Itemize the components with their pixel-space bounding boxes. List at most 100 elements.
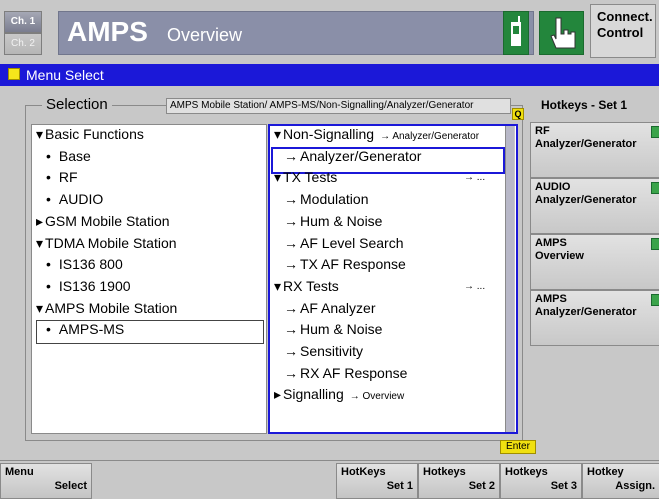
- tree-marker: •: [46, 169, 51, 186]
- tree-label: RX AF Response: [300, 364, 408, 381]
- tree-label: TX Tests: [283, 169, 338, 186]
- tree-label: Hum & Noise: [300, 321, 383, 338]
- right-tree-item[interactable]: ▾ RX Tests → ...: [274, 278, 485, 295]
- tree-marker: •: [46, 321, 51, 338]
- tree-marker: ▾: [36, 126, 44, 142]
- right-tree-item[interactable]: → TX AF Response: [284, 256, 406, 272]
- page-subtitle: Overview: [167, 25, 243, 45]
- tree-marker: •: [46, 256, 51, 273]
- connect-control-button[interactable]: Connect. Control: [590, 4, 656, 58]
- hotkey-amps-overview[interactable]: AMPS Overview: [530, 234, 659, 290]
- tree-label: Signalling: [283, 386, 344, 403]
- tree-note: → ...: [464, 172, 486, 184]
- breadcrumb: AMPS Mobile Station/ AMPS-MS/Non-Signall…: [166, 98, 511, 114]
- right-tree-item[interactable]: ▸ Signalling → Overview: [274, 386, 404, 403]
- right-tree-item[interactable]: → Hum & Noise: [284, 213, 382, 229]
- hotkeys-set3-softkey[interactable]: Hotkeys Set 3: [500, 463, 582, 499]
- right-tree-item[interactable]: → Hum & Noise: [284, 321, 382, 337]
- tree-label: AUDIO: [58, 191, 104, 208]
- speaker-icon: [651, 182, 659, 194]
- left-tree-item[interactable]: • IS136 1900: [46, 278, 131, 294]
- hotkey-line1: AMPS: [535, 237, 567, 249]
- hotkey-line1: RF: [535, 125, 550, 137]
- phone-config-icon: [651, 294, 659, 306]
- scrollbar-thumb[interactable]: [506, 126, 514, 432]
- menu-icon: [8, 68, 20, 80]
- channel-2-button[interactable]: Ch. 2: [4, 33, 42, 55]
- tree-marker: ▾: [36, 299, 44, 316]
- left-tree-item[interactable]: ▾ TDMA Mobile Station: [36, 235, 177, 252]
- page-title: AMPS: [67, 16, 148, 47]
- hotkey-line2: Analyzer/Generator: [535, 306, 637, 318]
- left-tree-item[interactable]: ▾ Basic Functions: [36, 126, 144, 143]
- tree-label: RF: [58, 169, 78, 186]
- left-tree-item[interactable]: • RF: [46, 169, 78, 185]
- tree-marker: →: [284, 234, 298, 251]
- softkey-line1: Hotkey: [587, 466, 624, 478]
- tree-note: → Overview: [349, 391, 405, 403]
- menu-select-bar: Menu Select: [0, 64, 659, 86]
- right-tree-item[interactable]: ▾ Non-Signalling → Analyzer/Generator: [274, 126, 479, 143]
- tree-marker: •: [46, 277, 51, 294]
- hotkey-amps-analyzer[interactable]: AMPS Analyzer/Generator: [530, 290, 659, 346]
- mobile-phone-icon[interactable]: [503, 11, 529, 55]
- selection-label: Selection: [42, 96, 112, 113]
- tree-label: Basic Functions: [45, 126, 144, 142]
- hotkey-audio-analyzer[interactable]: AUDIO Analyzer/Generator: [530, 178, 659, 234]
- right-tree-item[interactable]: → Analyzer/Generator: [284, 148, 421, 164]
- tree-label: AF Level Search: [300, 234, 404, 251]
- hotkey-line2: Overview: [535, 250, 584, 262]
- left-tree-item[interactable]: • Base: [46, 148, 91, 164]
- right-tree-item[interactable]: → Sensitivity: [284, 343, 363, 359]
- tree-label: TX AF Response: [300, 256, 406, 273]
- hotkey-line2: Analyzer/Generator: [535, 194, 637, 206]
- hotkey-assign-softkey[interactable]: Hotkey Assign.: [582, 463, 659, 499]
- main-area: Selection AMPS Mobile Station/ AMPS-MS/N…: [0, 86, 659, 457]
- tree-label: Hum & Noise: [300, 212, 383, 229]
- hotkeys-title: Hotkeys - Set 1: [541, 98, 628, 112]
- tree-marker: →: [284, 321, 298, 338]
- softkey-line1: Hotkeys: [505, 466, 548, 478]
- tree-label: Analyzer/Generator: [300, 147, 422, 164]
- left-tree-item[interactable]: • AUDIO: [46, 191, 103, 207]
- softkey-line1: Menu: [5, 466, 34, 478]
- tree-marker: •: [46, 191, 51, 208]
- tree-marker: →: [284, 364, 298, 381]
- title-panel: AMPS Overview: [58, 11, 534, 55]
- right-tree-item[interactable]: → RX AF Response: [284, 365, 407, 381]
- tree-label: Base: [58, 147, 91, 164]
- tree-marker: ▸: [274, 386, 282, 403]
- softkey-line2: Assign.: [615, 480, 655, 492]
- softkey-line2: Set 1: [386, 480, 413, 492]
- quick-badge: Q: [512, 108, 524, 120]
- menu-select-softkey[interactable]: Menu Select: [0, 463, 92, 499]
- left-tree-item[interactable]: • AMPS-MS: [46, 321, 124, 337]
- tree-marker: ▸: [36, 212, 44, 229]
- right-tree-item[interactable]: → AF Analyzer: [284, 300, 375, 316]
- hotkeys-set2-softkey[interactable]: Hotkeys Set 2: [418, 463, 500, 499]
- channel-1-button[interactable]: Ch. 1: [4, 11, 42, 33]
- enter-badge[interactable]: Enter: [500, 440, 536, 454]
- hand-pointer-icon[interactable]: [539, 11, 584, 55]
- tree-label: AF Analyzer: [300, 299, 376, 316]
- tree-marker: ▾: [274, 126, 282, 142]
- tree-label: AMPS-MS: [58, 321, 125, 338]
- hotkey-line2: Analyzer/Generator: [535, 138, 637, 150]
- hotkeys-set1-softkey[interactable]: HotKeys Set 1: [336, 463, 418, 499]
- left-tree-item[interactable]: ▾ AMPS Mobile Station: [36, 300, 177, 317]
- tree-label: TDMA Mobile Station: [45, 234, 177, 251]
- left-tree-item[interactable]: • IS136 800: [46, 256, 123, 272]
- tree-marker: →: [284, 343, 298, 359]
- right-tree-item[interactable]: → AF Level Search: [284, 235, 404, 251]
- left-tree-item[interactable]: ▸ GSM Mobile Station: [36, 213, 170, 230]
- tree-marker: →: [284, 212, 298, 229]
- header-bar: Ch. 1 Ch. 2 AMPS Overview Connect. Contr…: [0, 0, 659, 62]
- right-tree-item[interactable]: → Modulation: [284, 191, 369, 207]
- softkey-line1: Hotkeys: [423, 466, 466, 478]
- tree-marker: →: [284, 191, 298, 208]
- softkey-line1: HotKeys: [341, 466, 386, 478]
- tree-label: Sensitivity: [300, 343, 364, 359]
- hotkey-rf-analyzer[interactable]: RF Analyzer/Generator: [530, 122, 659, 178]
- right-tree-item[interactable]: ▾ TX Tests → ...: [274, 169, 485, 186]
- softkey-line2: Set 2: [468, 480, 495, 492]
